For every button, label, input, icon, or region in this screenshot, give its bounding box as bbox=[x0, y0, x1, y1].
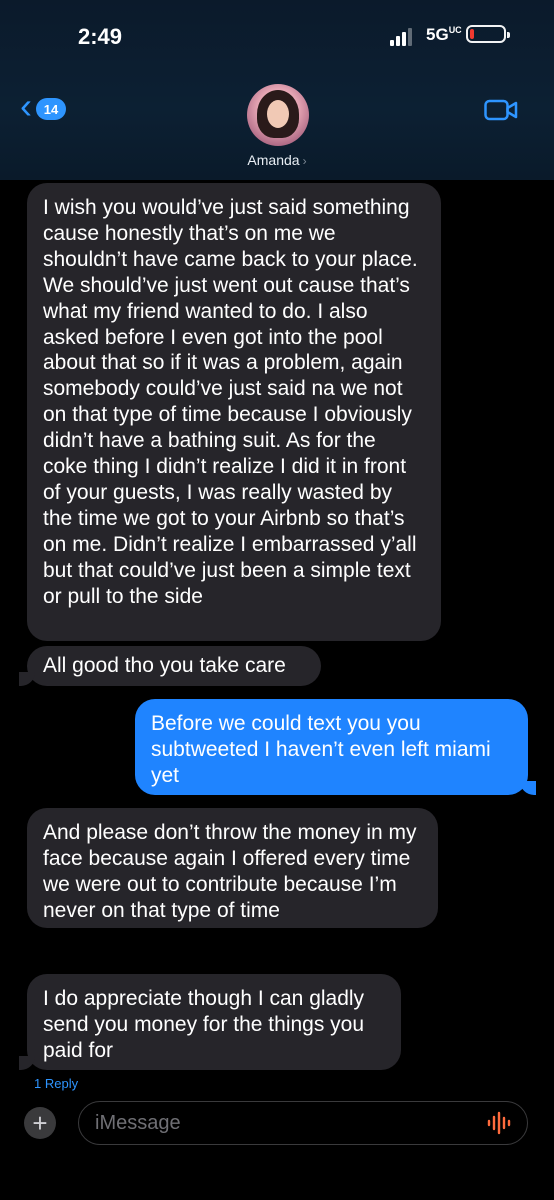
network-indicator: 5GUC bbox=[426, 25, 462, 44]
battery-icon bbox=[466, 25, 510, 43]
bubble-tail bbox=[19, 1056, 35, 1070]
conversation-header: 2:49 5GUC ‹ 14 Amanda › bbox=[0, 0, 554, 180]
contact-name: Amanda bbox=[247, 152, 300, 168]
message-bubble-incoming[interactable]: I wish you would’ve just said something … bbox=[27, 183, 441, 641]
bottom-safe-area bbox=[0, 1158, 554, 1200]
message-bubble-incoming[interactable]: All good tho you take care bbox=[27, 646, 321, 686]
bubble-tail bbox=[19, 672, 35, 686]
plus-icon[interactable]: + bbox=[24, 1107, 56, 1139]
unread-count-badge: 14 bbox=[36, 98, 66, 120]
status-time: 2:49 bbox=[78, 24, 123, 49]
thread-reply-link[interactable]: 1 Reply bbox=[34, 1076, 78, 1091]
bubble-tail bbox=[520, 781, 536, 795]
message-bubble-outgoing[interactable]: Before we could text you you subtweeted … bbox=[135, 699, 528, 795]
contact-avatar[interactable] bbox=[247, 84, 309, 146]
video-camera-icon[interactable] bbox=[484, 98, 518, 122]
message-input[interactable]: iMessage bbox=[78, 1101, 528, 1145]
message-bubble-incoming[interactable]: I do appreciate though I can gladly send… bbox=[27, 974, 401, 1070]
contact-chevron-icon: › bbox=[302, 154, 307, 168]
back-button[interactable]: ‹ 14 bbox=[20, 85, 66, 126]
signal-icon bbox=[390, 28, 416, 46]
audio-waveform-icon[interactable] bbox=[486, 1111, 512, 1135]
message-bubble-incoming[interactable]: And please don’t throw the money in my f… bbox=[27, 808, 438, 928]
contact-name-button[interactable]: Amanda › bbox=[0, 152, 554, 168]
back-chevron-icon: ‹ bbox=[20, 85, 32, 126]
